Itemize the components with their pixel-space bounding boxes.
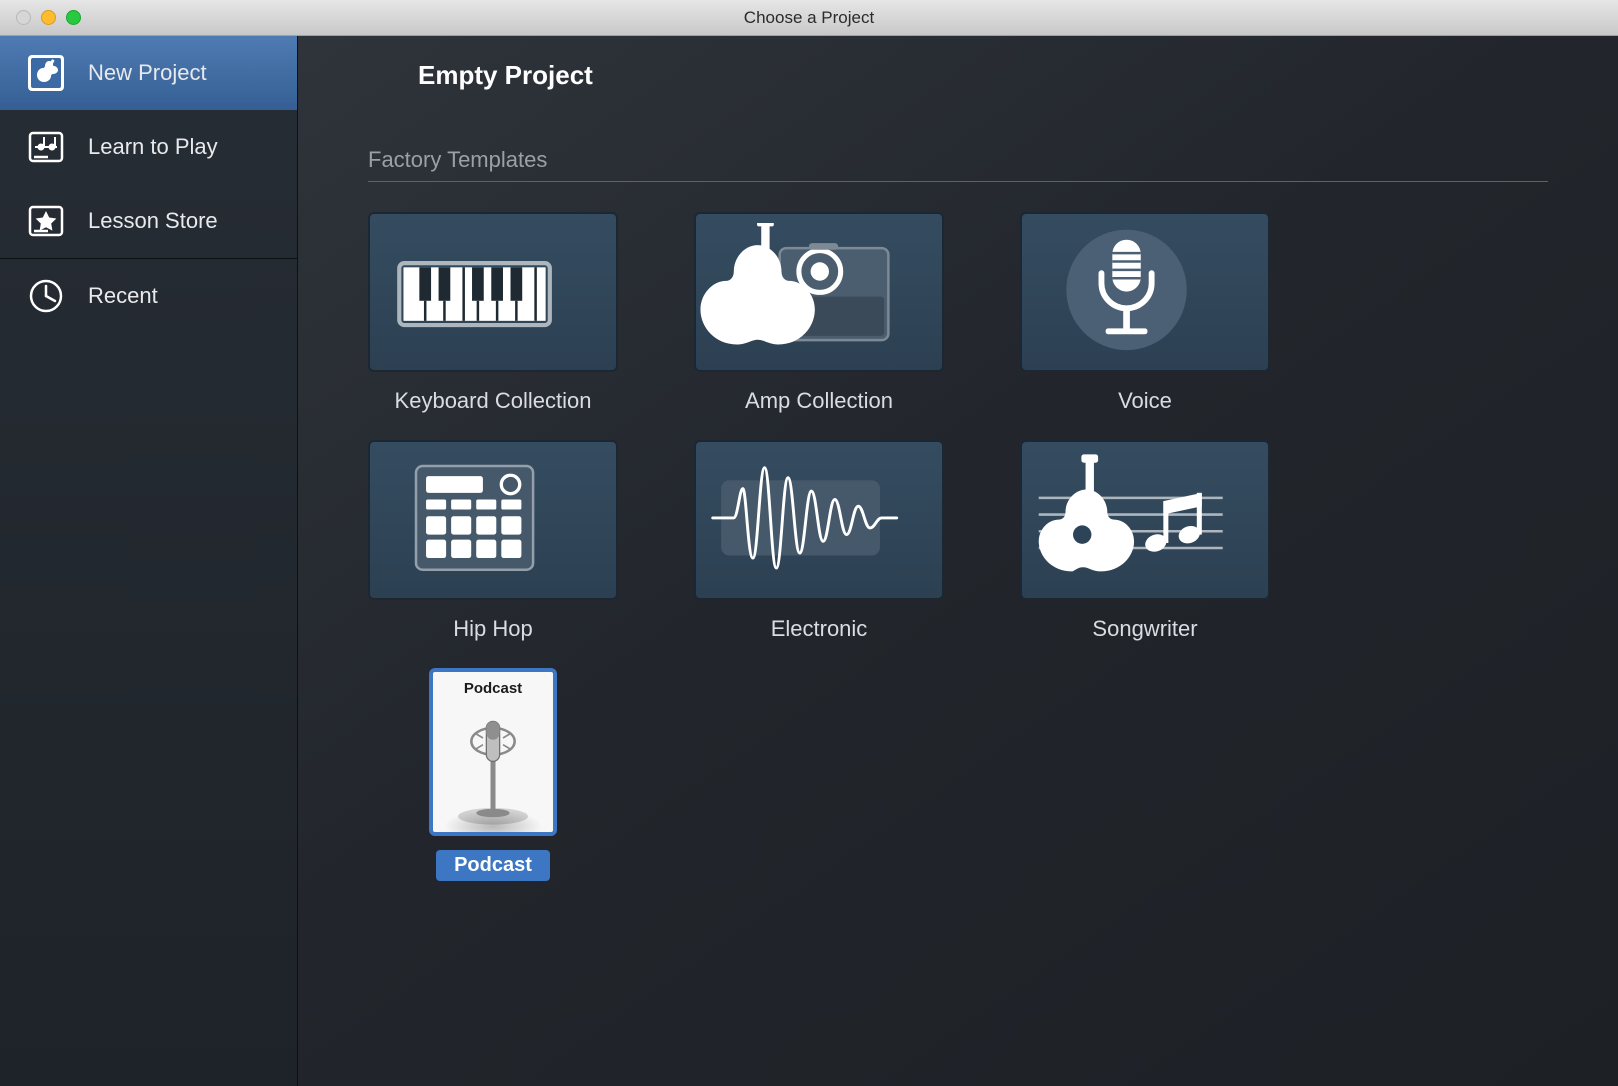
clock-icon	[26, 276, 66, 316]
acoustic-notes-icon	[1022, 451, 1268, 590]
guitar-amp-icon	[696, 223, 942, 362]
main-panel: Empty Project Factory Templates	[298, 36, 1618, 1086]
template-label: Electronic	[759, 614, 880, 644]
microphone-icon	[1022, 223, 1268, 362]
titlebar: Choose a Project	[0, 0, 1618, 36]
template-amp-collection[interactable]: Amp Collection	[694, 212, 944, 416]
sidebar-item-label: Lesson Store	[88, 208, 218, 234]
template-label: Amp Collection	[733, 386, 905, 416]
piano-keys-icon	[370, 223, 616, 362]
sidebar-item-lesson-store[interactable]: Lesson Store	[0, 184, 297, 258]
template-electronic[interactable]: Electronic	[694, 440, 944, 644]
template-label: Voice	[1106, 386, 1184, 416]
studio-mic-icon	[433, 703, 553, 833]
template-grid: Keyboard Collection	[368, 212, 1548, 881]
section-title-factory-templates: Factory Templates	[368, 147, 1548, 182]
sidebar-item-recent[interactable]: Recent	[0, 259, 297, 333]
sidebar-item-label: New Project	[88, 60, 207, 86]
main-container: New Project Learn to Play	[0, 36, 1618, 1086]
template-songwriter[interactable]: Songwriter	[1020, 440, 1270, 644]
template-voice[interactable]: Voice	[1020, 212, 1270, 416]
template-hip-hop[interactable]: Hip Hop	[368, 440, 618, 644]
sidebar-item-label: Learn to Play	[88, 134, 218, 160]
guitar-tile-icon	[26, 53, 66, 93]
waveform-icon	[696, 451, 942, 590]
template-label: Hip Hop	[441, 614, 544, 644]
template-label: Keyboard Collection	[383, 386, 604, 416]
drum-machine-icon	[370, 451, 616, 590]
podcast-tile: Podcast	[429, 668, 557, 836]
main-header: Empty Project	[368, 36, 1548, 99]
sidebar-item-learn-to-play[interactable]: Learn to Play	[0, 110, 297, 184]
sidebar-item-label: Recent	[88, 283, 158, 309]
podcast-inner-title: Podcast	[464, 680, 522, 697]
sidebar-item-new-project[interactable]: New Project	[0, 36, 297, 110]
template-label: Podcast	[436, 850, 550, 881]
sidebar: New Project Learn to Play	[0, 36, 298, 1086]
template-keyboard-collection[interactable]: Keyboard Collection	[368, 212, 618, 416]
window-title: Choose a Project	[0, 8, 1618, 28]
template-label: Songwriter	[1080, 614, 1209, 644]
star-badge-icon	[26, 201, 66, 241]
sheet-music-icon	[26, 127, 66, 167]
template-podcast[interactable]: Podcast	[368, 668, 618, 881]
